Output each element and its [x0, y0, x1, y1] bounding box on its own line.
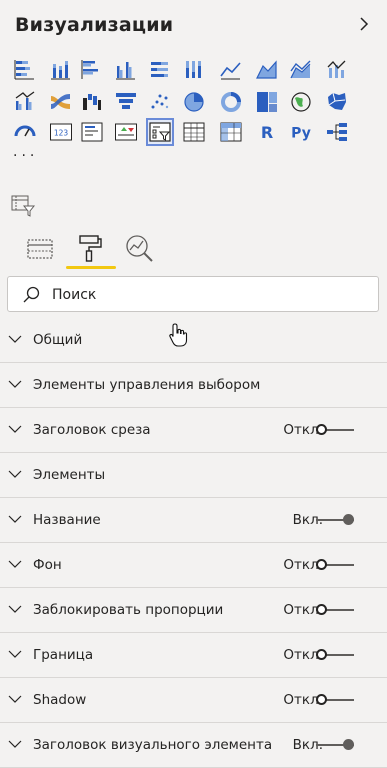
filled-map-icon[interactable] — [325, 90, 349, 114]
format-section-row[interactable]: Граница Откл. — [0, 634, 387, 678]
analytics-tab[interactable] — [124, 232, 156, 264]
format-section-row[interactable]: Фон Откл. — [0, 544, 387, 588]
toggle-knob — [343, 514, 354, 525]
section-toggle[interactable] — [316, 649, 354, 662]
more-visuals-button[interactable]: ··· — [13, 148, 38, 164]
pane-tabs — [0, 228, 387, 272]
r-script-visual-icon[interactable]: R — [255, 120, 279, 144]
100-stacked-column-chart-icon[interactable] — [182, 58, 206, 82]
format-section-row[interactable]: Название Вкл. — [0, 499, 387, 543]
section-label: Фон — [33, 557, 62, 573]
search-box[interactable] — [7, 276, 379, 312]
fields-tab[interactable] — [24, 232, 56, 264]
scatter-chart-icon[interactable] — [148, 90, 172, 114]
active-tab-indicator — [66, 266, 116, 269]
section-toggle[interactable] — [316, 514, 354, 527]
format-section-row[interactable]: Заголовок визуального элемента Вкл. — [0, 724, 387, 768]
multi-row-card-icon[interactable] — [80, 120, 104, 144]
format-section-row[interactable]: Элементы — [0, 454, 387, 498]
chevron-down-icon[interactable] — [8, 514, 22, 524]
section-label: Элементы — [33, 467, 106, 483]
format-section-row[interactable]: Заголовок среза Откл. — [0, 409, 387, 453]
format-section-row[interactable]: Заблокировать пропорции Откл. — [0, 589, 387, 633]
waterfall-chart-icon[interactable] — [80, 90, 104, 114]
ribbon-chart-icon[interactable] — [49, 90, 73, 114]
chevron-down-icon[interactable] — [8, 694, 22, 704]
donut-chart-icon[interactable] — [219, 90, 243, 114]
chevron-down-icon[interactable] — [8, 334, 22, 344]
search-icon — [23, 286, 40, 303]
decomposition-tree-icon[interactable] — [325, 120, 349, 144]
pie-chart-icon[interactable] — [182, 90, 206, 114]
stacked-column-chart-icon[interactable] — [49, 58, 73, 82]
section-label: Элементы управления выбором — [33, 377, 261, 393]
chevron-down-icon[interactable] — [8, 424, 22, 434]
toggle-knob — [343, 739, 354, 750]
format-tab[interactable] — [74, 232, 106, 264]
svg-text:R: R — [261, 123, 273, 142]
chevron-down-icon[interactable] — [8, 649, 22, 659]
stacked-bar-chart-icon[interactable] — [13, 58, 37, 82]
section-label: Shadow — [33, 692, 87, 708]
matrix-icon[interactable] — [219, 120, 243, 144]
format-section-row[interactable]: Общий — [0, 319, 387, 363]
format-section-row[interactable]: Shadow Откл. — [0, 679, 387, 723]
treemap-icon[interactable] — [255, 90, 279, 114]
section-label: Заголовок визуального элемента — [33, 737, 273, 753]
search-input[interactable] — [50, 284, 354, 306]
toggle-knob — [316, 604, 327, 615]
section-toggle[interactable] — [316, 694, 354, 707]
chevron-down-icon[interactable] — [8, 559, 22, 569]
kpi-icon[interactable] — [114, 120, 138, 144]
toggle-knob — [316, 694, 327, 705]
python-visual-icon[interactable]: Py — [289, 120, 313, 144]
gauge-icon[interactable] — [13, 120, 37, 144]
section-toggle[interactable] — [316, 604, 354, 617]
section-label: Заблокировать пропорции — [33, 602, 224, 618]
map-icon[interactable] — [289, 90, 313, 114]
table-icon[interactable] — [182, 120, 206, 144]
line-and-clustered-column-chart-icon[interactable] — [13, 90, 37, 114]
section-label: Заголовок среза — [33, 422, 151, 438]
visualizations-header: Визуализации — [0, 0, 387, 50]
clustered-bar-chart-icon[interactable] — [80, 58, 104, 82]
section-toggle[interactable] — [316, 739, 354, 752]
build-visual-fields-icon[interactable] — [10, 194, 36, 218]
panel-title: Визуализации — [15, 14, 174, 36]
toggle-knob — [316, 559, 327, 570]
chevron-down-icon[interactable] — [8, 379, 22, 389]
section-label: Граница — [33, 647, 94, 663]
svg-text:Py: Py — [291, 126, 311, 142]
slicer-icon[interactable] — [146, 118, 174, 146]
section-label: Общий — [33, 332, 83, 348]
section-label: Название — [33, 512, 101, 528]
funnel-chart-icon[interactable] — [114, 90, 138, 114]
chevron-down-icon[interactable] — [8, 604, 22, 614]
section-toggle[interactable] — [316, 559, 354, 572]
toggle-knob — [316, 649, 327, 660]
section-toggle[interactable] — [316, 424, 354, 437]
card-icon[interactable]: 123 — [49, 120, 73, 144]
stacked-area-chart-icon[interactable] — [289, 58, 313, 82]
clustered-column-chart-icon[interactable] — [114, 58, 138, 82]
toggle-knob — [316, 424, 327, 435]
100-stacked-bar-chart-icon[interactable] — [148, 58, 172, 82]
svg-text:123: 123 — [54, 129, 69, 138]
format-section-row[interactable]: Элементы управления выбором — [0, 364, 387, 408]
chevron-down-icon[interactable] — [8, 739, 22, 749]
chevron-down-icon[interactable] — [8, 469, 22, 479]
line-and-stacked-column-chart-icon[interactable] — [325, 58, 349, 82]
area-chart-icon[interactable] — [255, 58, 279, 82]
line-chart-icon[interactable] — [219, 58, 243, 82]
chevron-right-icon[interactable] — [355, 13, 373, 35]
